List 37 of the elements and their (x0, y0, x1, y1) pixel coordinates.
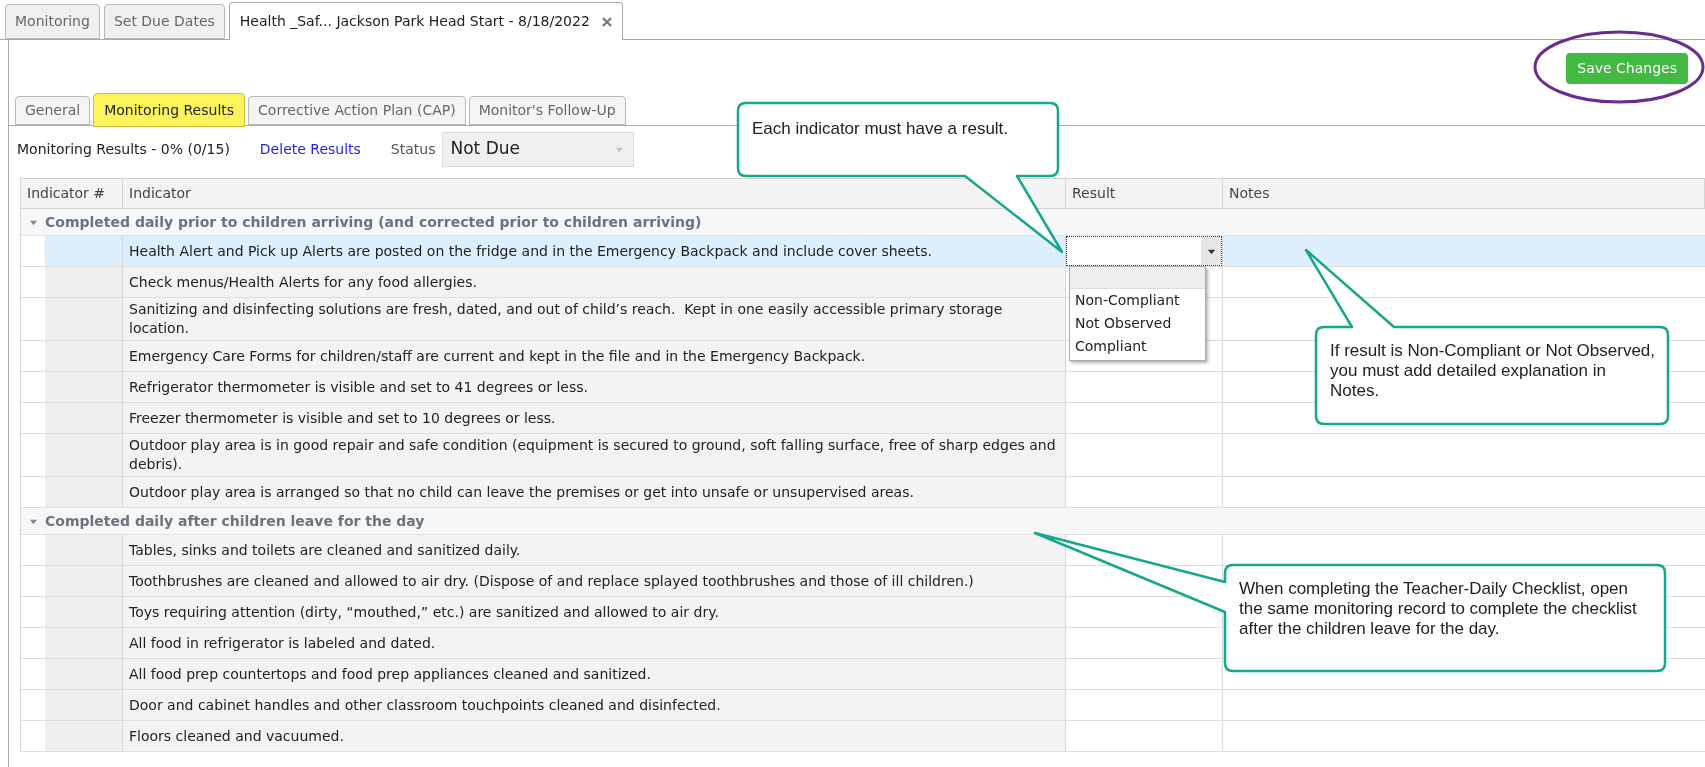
table-cell: Floors cleaned and vacuumed. (123, 721, 1066, 751)
dropdown-option[interactable]: Non-Compliant (1070, 289, 1205, 312)
table-cell: Outdoor play area is arranged so that no child can leave the premises or get into unsafe or unsupervised areas. (123, 477, 1066, 507)
callout-text: If result is Non-Compliant or Not Observed, you must add detailed explanation in Notes. (1330, 341, 1656, 401)
result-dropdown[interactable] (1066, 236, 1222, 266)
section-tab[interactable]: General (15, 96, 91, 125)
document-tab[interactable]: Health _Saf... Jackson Park Head Start - 8/18/2022 (228, 2, 623, 40)
group-header: Completed daily prior to children arriving (and corrected prior to children arriving) (45, 212, 702, 232)
section-tab[interactable]: Monitor's Follow-Up (468, 96, 626, 125)
document-tab[interactable]: Set Due Dates (103, 4, 225, 39)
group-header: Completed daily after children leave for the day (45, 511, 425, 531)
delete-results-link[interactable]: Delete Results (259, 138, 361, 160)
table-cell: Toys requiring attention (dirty, “mouthed,” etc.) are sanitized and allowed to air dry. (123, 597, 1066, 627)
column-header[interactable]: Result (1066, 179, 1223, 208)
dropdown-option[interactable]: Not Observed (1070, 312, 1205, 335)
table-cell: Sanitizing and disinfecting solutions are fresh, dated, and out of child’s reach. Kept in one easily accessible primary storage location. (123, 298, 1066, 340)
section-tab[interactable]: Monitoring Results (93, 93, 246, 127)
close-icon[interactable] (601, 16, 612, 27)
dropdown-option[interactable]: Compliant (1070, 335, 1205, 358)
callout-text: When completing the Teacher-Daily Checklist, open the same monitoring record to complete the checklist after the children leave for the day. (1239, 579, 1638, 639)
table-cell: Tables, sinks and toilets are cleaned and sanitized daily. (123, 535, 1066, 565)
table-cell: All food in refrigerator is labeled and dated. (123, 628, 1066, 658)
column-header[interactable]: Notes (1223, 179, 1705, 208)
section-tab[interactable]: Corrective Action Plan (CAP) (248, 96, 466, 125)
progress-label: Monitoring Results - 0% (0/15) (17, 139, 230, 159)
table-cell: Door and cabinet handles and other classroom touchpoints cleaned and disinfected. (123, 690, 1066, 720)
table-cell: Outdoor play area is in good repair and safe condition (equipment is secured to ground, soft falling surface, free of sharp edges and debris). (123, 434, 1066, 476)
column-header[interactable]: Indicator # (21, 179, 123, 208)
table-cell: All food prep countertops and food prep appliances cleaned and sanitized. (123, 659, 1066, 689)
table-cell: Toothbrushes are cleaned and allowed to air dry. (Dispose of and replace splayed toothbrushes and those of ill children.) (123, 566, 1066, 596)
callout-text: Each indicator must have a result. (752, 119, 1010, 139)
status-label: Status (390, 139, 436, 159)
document-tab[interactable]: Monitoring (5, 4, 100, 39)
table-cell: Refrigerator thermometer is visible and set to 41 degrees or less. (123, 372, 1066, 402)
table-cell: Emergency Care Forms for children/staff are current and kept in the file and in the Emergency Backpack. (123, 341, 1066, 371)
table-cell: Check menus/Health Alerts for any food allergies. (123, 267, 1066, 297)
table-cell: Freezer thermometer is visible and set to 10 degrees or less. (123, 403, 1066, 433)
